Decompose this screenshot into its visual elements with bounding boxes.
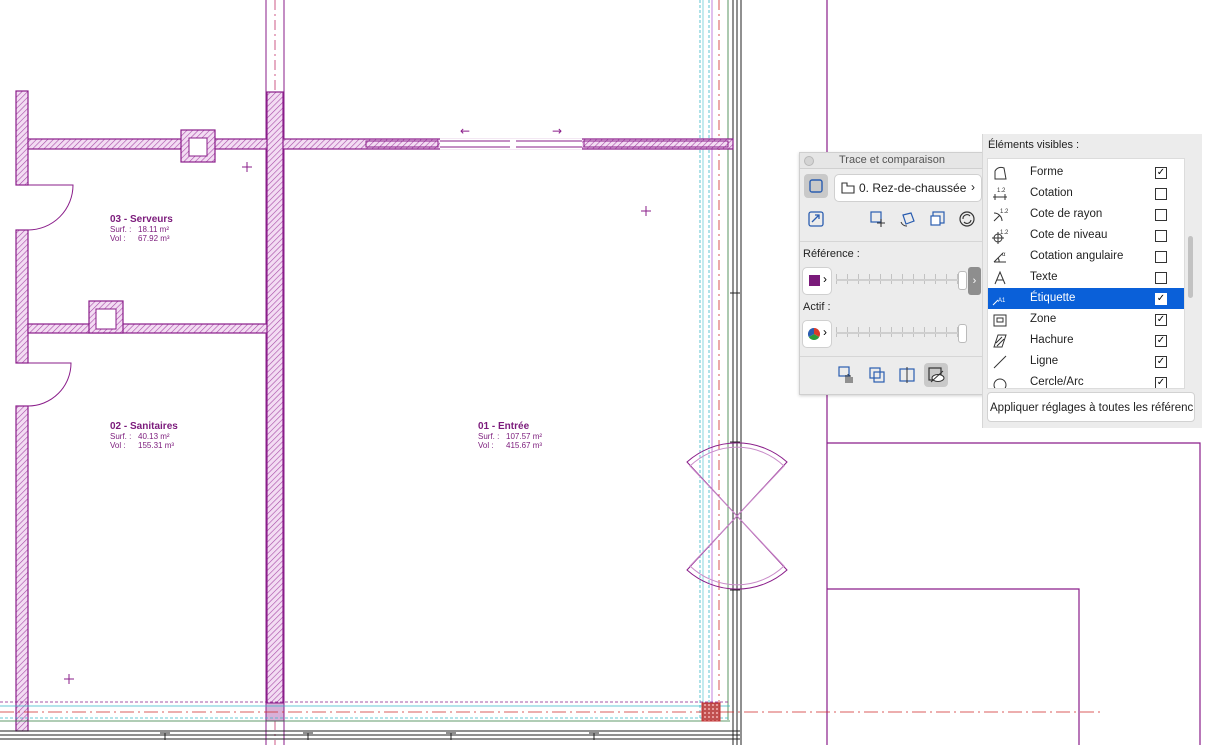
room-label-entree[interactable]: 01 - Entrée Surf. :107.57 m² Vol :415.67…: [478, 421, 542, 450]
palette-titlebar[interactable]: Trace et comparaison: [800, 153, 984, 169]
visible-elements-panel: Éléments visibles : Forme ✓ 1.2 Cotation…: [982, 134, 1202, 428]
rotate-reference-button[interactable]: [896, 207, 920, 231]
room-surface: Surf. :107.57 m²: [478, 432, 543, 441]
chevron-right-icon: ›: [823, 272, 827, 286]
fill-icon: [993, 334, 1007, 348]
list-item-texte[interactable]: Texte: [988, 267, 1184, 288]
radius-dimension-icon: 1.2: [993, 209, 1008, 222]
palette-title: Trace et comparaison: [839, 154, 945, 166]
forme-checkbox[interactable]: ✓: [1155, 167, 1167, 179]
close-palette-button[interactable]: [804, 156, 814, 166]
show-differences-button[interactable]: [924, 363, 948, 387]
list-item-forme[interactable]: Forme ✓: [988, 162, 1184, 183]
list-item-cercle-arc[interactable]: Cercle/Arc ✓: [988, 372, 1184, 388]
slider-thumb[interactable]: [958, 271, 967, 290]
move-reference-icon: [870, 211, 885, 227]
reset-reference-icon: [930, 211, 945, 226]
visibility-icon: [928, 367, 945, 383]
text-icon: [994, 270, 1006, 285]
svg-text:→: →: [552, 124, 562, 138]
svg-text:A1: A1: [998, 298, 1006, 304]
refresh-button[interactable]: [955, 207, 979, 231]
list-scrollbar[interactable]: [1188, 236, 1193, 298]
list-item-etiquette[interactable]: A1 Étiquette ✓: [988, 288, 1184, 309]
slider-thumb[interactable]: [958, 324, 967, 343]
room-surface: Surf. :18.11 m²: [110, 225, 169, 234]
reference-story-select[interactable]: 0. Rez-de-chaussée ›: [834, 174, 982, 202]
svg-text:1.2: 1.2: [997, 188, 1006, 194]
active-color-button[interactable]: ›: [802, 320, 832, 348]
reset-reference-button[interactable]: [926, 207, 950, 231]
move-reference-button[interactable]: [866, 207, 890, 231]
list-item-cote-de-rayon[interactable]: 1.2 Cote de rayon: [988, 204, 1184, 225]
expand-panel-button[interactable]: ›: [968, 267, 981, 295]
divider: [800, 241, 984, 242]
room-name: 03 - Serveurs: [110, 214, 173, 225]
list-item-cotation[interactable]: 1.2 Cotation: [988, 183, 1184, 204]
angle-dimension-icon: α: [993, 252, 1006, 263]
hand-tool-button[interactable]: [835, 363, 859, 387]
texte-checkbox[interactable]: [1155, 272, 1167, 284]
room-name: 02 - Sanitaires: [110, 421, 178, 432]
split-icon: [899, 367, 915, 383]
visible-elements-list[interactable]: Forme ✓ 1.2 Cotation 1.2 Cote de rayon 1…: [987, 158, 1185, 389]
hachure-checkbox[interactable]: ✓: [1155, 335, 1167, 347]
chevron-right-icon: ›: [971, 180, 975, 194]
switch-reference-icon: [808, 211, 824, 227]
svg-text:←: ←: [460, 124, 470, 138]
story-icon: [841, 182, 855, 194]
room-surface: Surf. :40.13 m²: [110, 432, 170, 441]
story-select-value: 0. Rez-de-chaussée: [859, 181, 967, 195]
trace-toggle-button[interactable]: [804, 174, 828, 198]
zone-checkbox[interactable]: ✓: [1155, 314, 1167, 326]
active-label: Actif :: [803, 301, 831, 313]
active-opacity-slider[interactable]: [836, 323, 967, 343]
room-volume: Vol :67.92 m³: [110, 234, 170, 243]
list-item-ligne[interactable]: Ligne ✓: [988, 351, 1184, 372]
divider: [800, 356, 984, 357]
level-dimension-icon: 1.2: [992, 230, 1008, 244]
trace-toggle-icon: [809, 179, 823, 193]
reference-label: Référence :: [803, 248, 860, 260]
chevron-right-icon: ›: [823, 325, 827, 339]
room-volume: Vol :415.67 m³: [478, 441, 543, 450]
line-icon: [993, 355, 1007, 369]
circle-arc-icon: [993, 378, 1007, 388]
cercle-arc-checkbox[interactable]: ✓: [1155, 377, 1167, 388]
split-view-button[interactable]: [895, 363, 919, 387]
cotation-checkbox[interactable]: [1155, 188, 1167, 200]
color-wheel-icon: [808, 328, 820, 340]
dimension-icon: 1.2: [993, 188, 1007, 200]
reference-color-swatch: [809, 275, 820, 286]
rotate-reference-icon: [900, 212, 915, 227]
cotation-angulaire-checkbox[interactable]: [1155, 251, 1167, 263]
list-item-cote-de-niveau[interactable]: 1.2 Cote de niveau: [988, 225, 1184, 246]
svg-text:α: α: [1002, 252, 1006, 258]
list-item-zone[interactable]: Zone ✓: [988, 309, 1184, 330]
zone-icon: [993, 314, 1007, 327]
hand-icon: [838, 366, 853, 383]
etiquette-checkbox[interactable]: ✓: [1155, 293, 1167, 305]
compare-icon: [869, 367, 885, 383]
refresh-icon: [959, 211, 975, 227]
cote-de-rayon-checkbox[interactable]: [1155, 209, 1167, 221]
compare-button[interactable]: [865, 363, 889, 387]
label-icon: A1: [992, 298, 1006, 306]
switch-reference-button[interactable]: [804, 207, 828, 231]
list-item-hachure[interactable]: Hachure ✓: [988, 330, 1184, 351]
visible-elements-title: Éléments visibles :: [988, 139, 1080, 151]
room-label-serveurs[interactable]: 03 - Serveurs Surf. :18.11 m² Vol :67.92…: [110, 214, 173, 243]
list-item-cotation-angulaire[interactable]: α Cotation angulaire: [988, 246, 1184, 267]
room-volume: Vol :155.31 m³: [110, 441, 175, 450]
reference-color-button[interactable]: ›: [802, 267, 832, 295]
svg-text:1.2: 1.2: [1000, 209, 1008, 215]
room-name: 01 - Entrée: [478, 421, 530, 432]
ligne-checkbox[interactable]: ✓: [1155, 356, 1167, 368]
reference-opacity-slider[interactable]: [836, 270, 967, 290]
shape-icon: [994, 166, 1007, 180]
apply-to-all-references-button[interactable]: Appliquer réglages à toutes les référenc: [987, 392, 1195, 422]
room-label-sanitaires[interactable]: 02 - Sanitaires Surf. :40.13 m² Vol :155…: [110, 421, 178, 450]
trace-comparison-palette: Trace et comparaison 0. Rez-de-chaussée …: [799, 152, 985, 395]
cote-de-niveau-checkbox[interactable]: [1155, 230, 1167, 242]
